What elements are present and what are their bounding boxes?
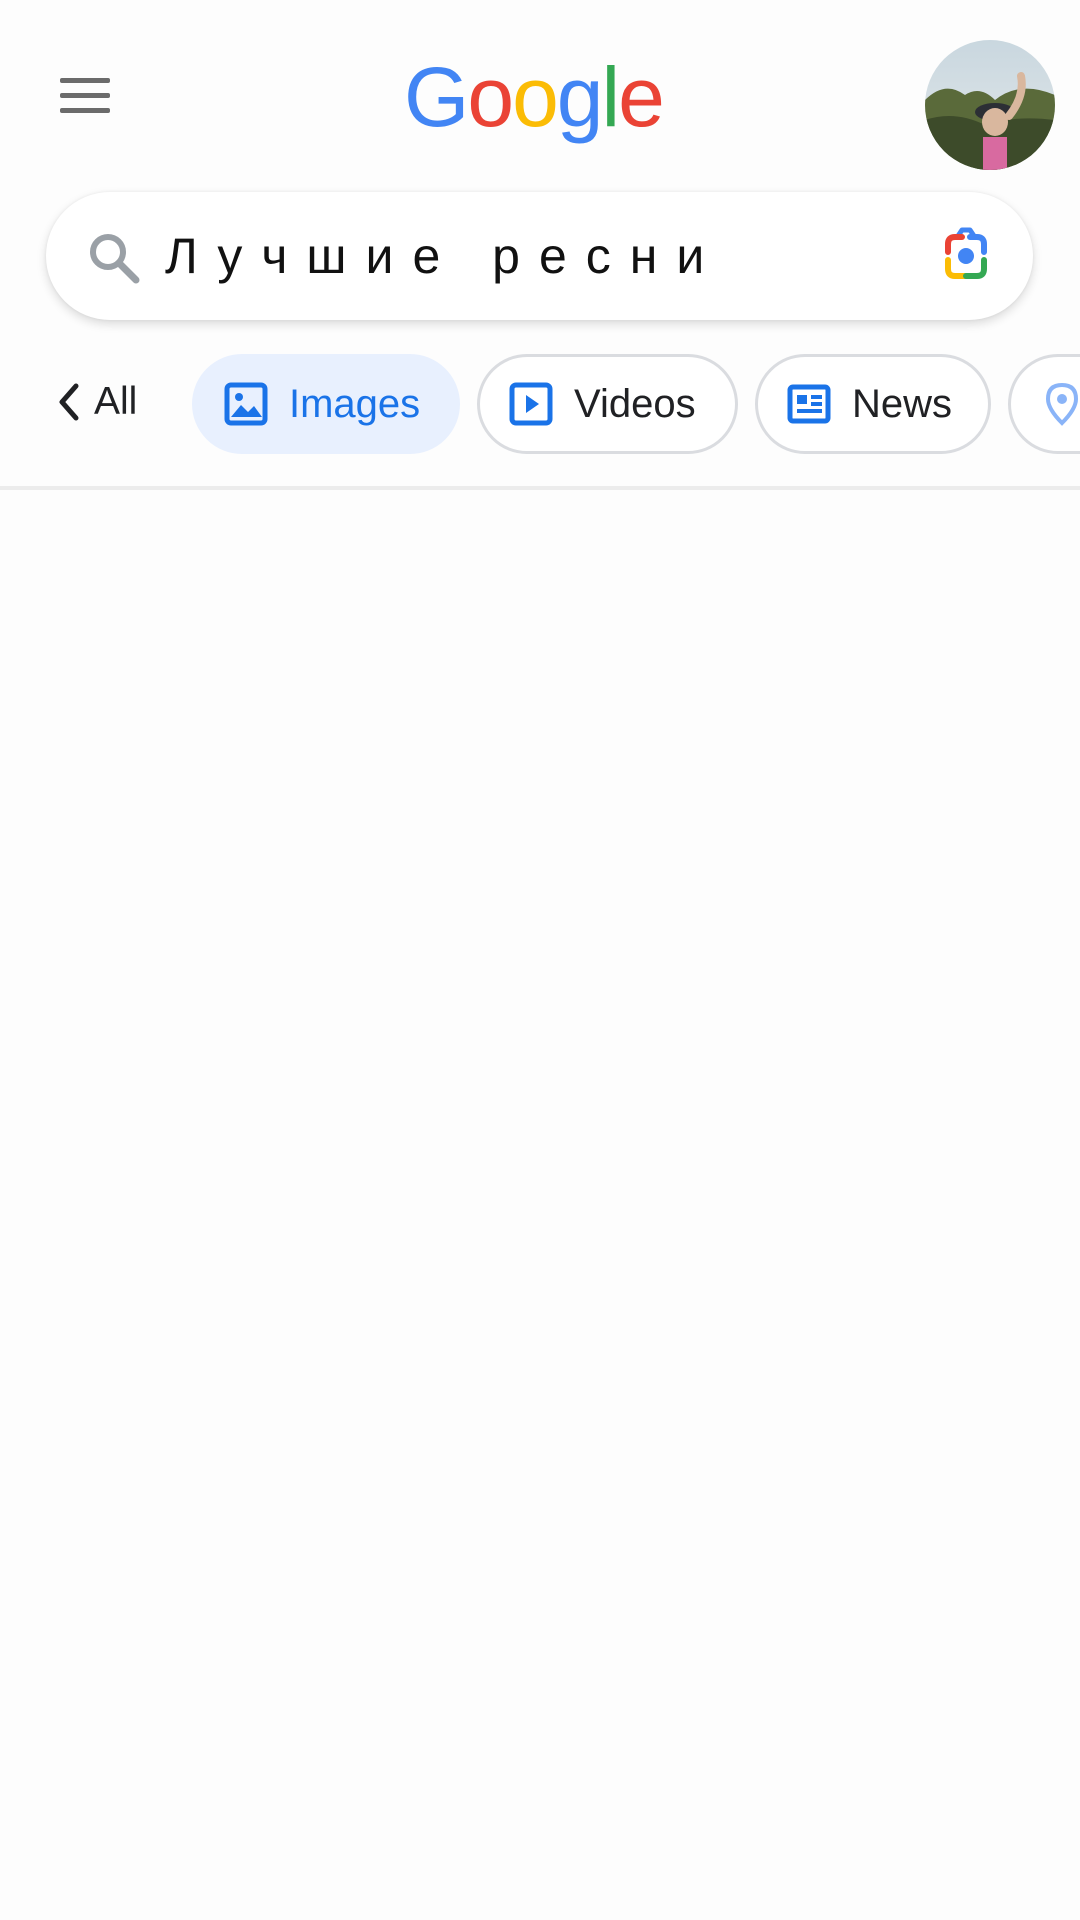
tab-all[interactable]: All <box>56 372 137 432</box>
google-logo[interactable]: Google <box>404 52 674 152</box>
play-icon <box>509 382 553 426</box>
search-input[interactable]: Лучшие ресни <box>165 226 723 286</box>
search-icon[interactable] <box>86 230 142 286</box>
account-avatar[interactable] <box>925 40 1055 170</box>
svg-text:Google: Google <box>404 52 663 144</box>
results-area <box>0 490 1080 1920</box>
tab-all-label: All <box>94 380 138 423</box>
image-icon <box>224 382 268 426</box>
header: Google <box>0 0 1080 180</box>
tab-maps[interactable] <box>1008 354 1080 454</box>
search-tabs: All Images Videos News <box>0 350 1080 462</box>
menu-button[interactable] <box>56 74 112 118</box>
tab-videos-label: Videos <box>574 381 696 426</box>
chevron-left-icon <box>59 383 79 421</box>
menu-line-icon <box>60 108 110 113</box>
tab-images-label: Images <box>289 381 421 426</box>
google-lens-icon[interactable] <box>936 226 996 286</box>
tab-news[interactable]: News <box>755 354 991 454</box>
menu-line-icon <box>60 93 110 98</box>
avatar-photo <box>925 40 1055 170</box>
tab-videos[interactable]: Videos <box>477 354 738 454</box>
news-icon <box>787 384 831 424</box>
tab-news-label: News <box>852 381 953 426</box>
menu-line-icon <box>60 78 110 83</box>
google-search-page: Google Лучшие ресни All Images Videos Ne… <box>0 0 1080 1920</box>
map-pin-icon <box>1045 382 1079 426</box>
tab-images[interactable]: Images <box>192 354 460 454</box>
